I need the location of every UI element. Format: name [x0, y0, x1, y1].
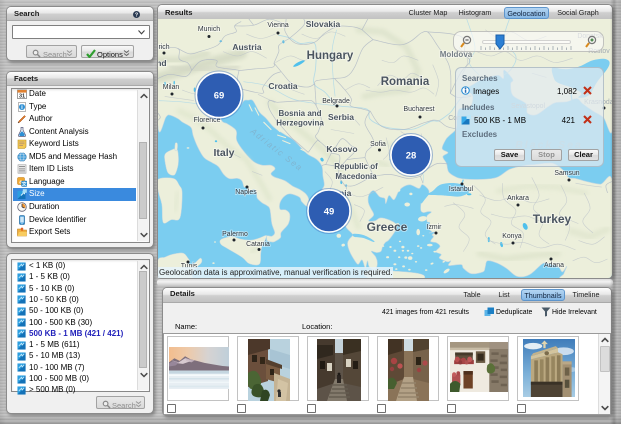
svg-text:Switzerland: Switzerland	[158, 58, 167, 68]
svg-text:Belgrade: Belgrade	[322, 98, 350, 105]
svg-text:69: 69	[214, 91, 225, 102]
svg-text:31: 31	[19, 93, 25, 99]
svg-text:?: ?	[135, 12, 138, 18]
svg-text:Austria: Austria	[232, 42, 262, 52]
svg-text:Bosnia and: Bosnia and	[278, 109, 321, 118]
svg-text:Adana: Adana	[544, 262, 564, 269]
svg-text:Munich: Munich	[198, 26, 220, 33]
svg-text:Kosovo: Kosovo	[326, 144, 357, 154]
svg-text:Slovakia: Slovakia	[306, 19, 341, 29]
svg-text:Ankara: Ankara	[507, 195, 529, 202]
svg-text:Sofia: Sofia	[370, 141, 386, 148]
svg-text:Vienna: Vienna	[267, 22, 288, 29]
svg-text:Herzegovina: Herzegovina	[276, 119, 324, 128]
svg-text:Samsun: Samsun	[554, 170, 579, 177]
svg-text:28: 28	[406, 151, 417, 162]
svg-text:Bucharest: Bucharest	[403, 106, 434, 113]
svg-text:Naples: Naples	[235, 189, 257, 196]
svg-text:Istanbul: Istanbul	[449, 186, 474, 193]
svg-text:Zurich: Zurich	[158, 44, 170, 51]
svg-text:Konya: Konya	[502, 233, 522, 240]
svg-text:Romania: Romania	[381, 76, 430, 88]
svg-text:Milan: Milan	[163, 84, 180, 91]
svg-text:Republic of: Republic of	[334, 162, 378, 171]
svg-text:Serbia: Serbia	[328, 112, 354, 122]
svg-text:Croatia: Croatia	[268, 81, 298, 91]
svg-text:Greece: Greece	[367, 220, 408, 234]
svg-text:Catania: Catania	[246, 241, 270, 248]
svg-text:Hungary: Hungary	[307, 50, 354, 62]
svg-text:Italy: Italy	[213, 147, 234, 159]
svg-text:Palermo: Palermo	[222, 231, 248, 238]
svg-text:Izmir: Izmir	[427, 224, 443, 231]
svg-text:Macedonia: Macedonia	[335, 172, 377, 181]
svg-text:Turkey: Turkey	[533, 212, 572, 226]
svg-text:49: 49	[324, 207, 335, 218]
